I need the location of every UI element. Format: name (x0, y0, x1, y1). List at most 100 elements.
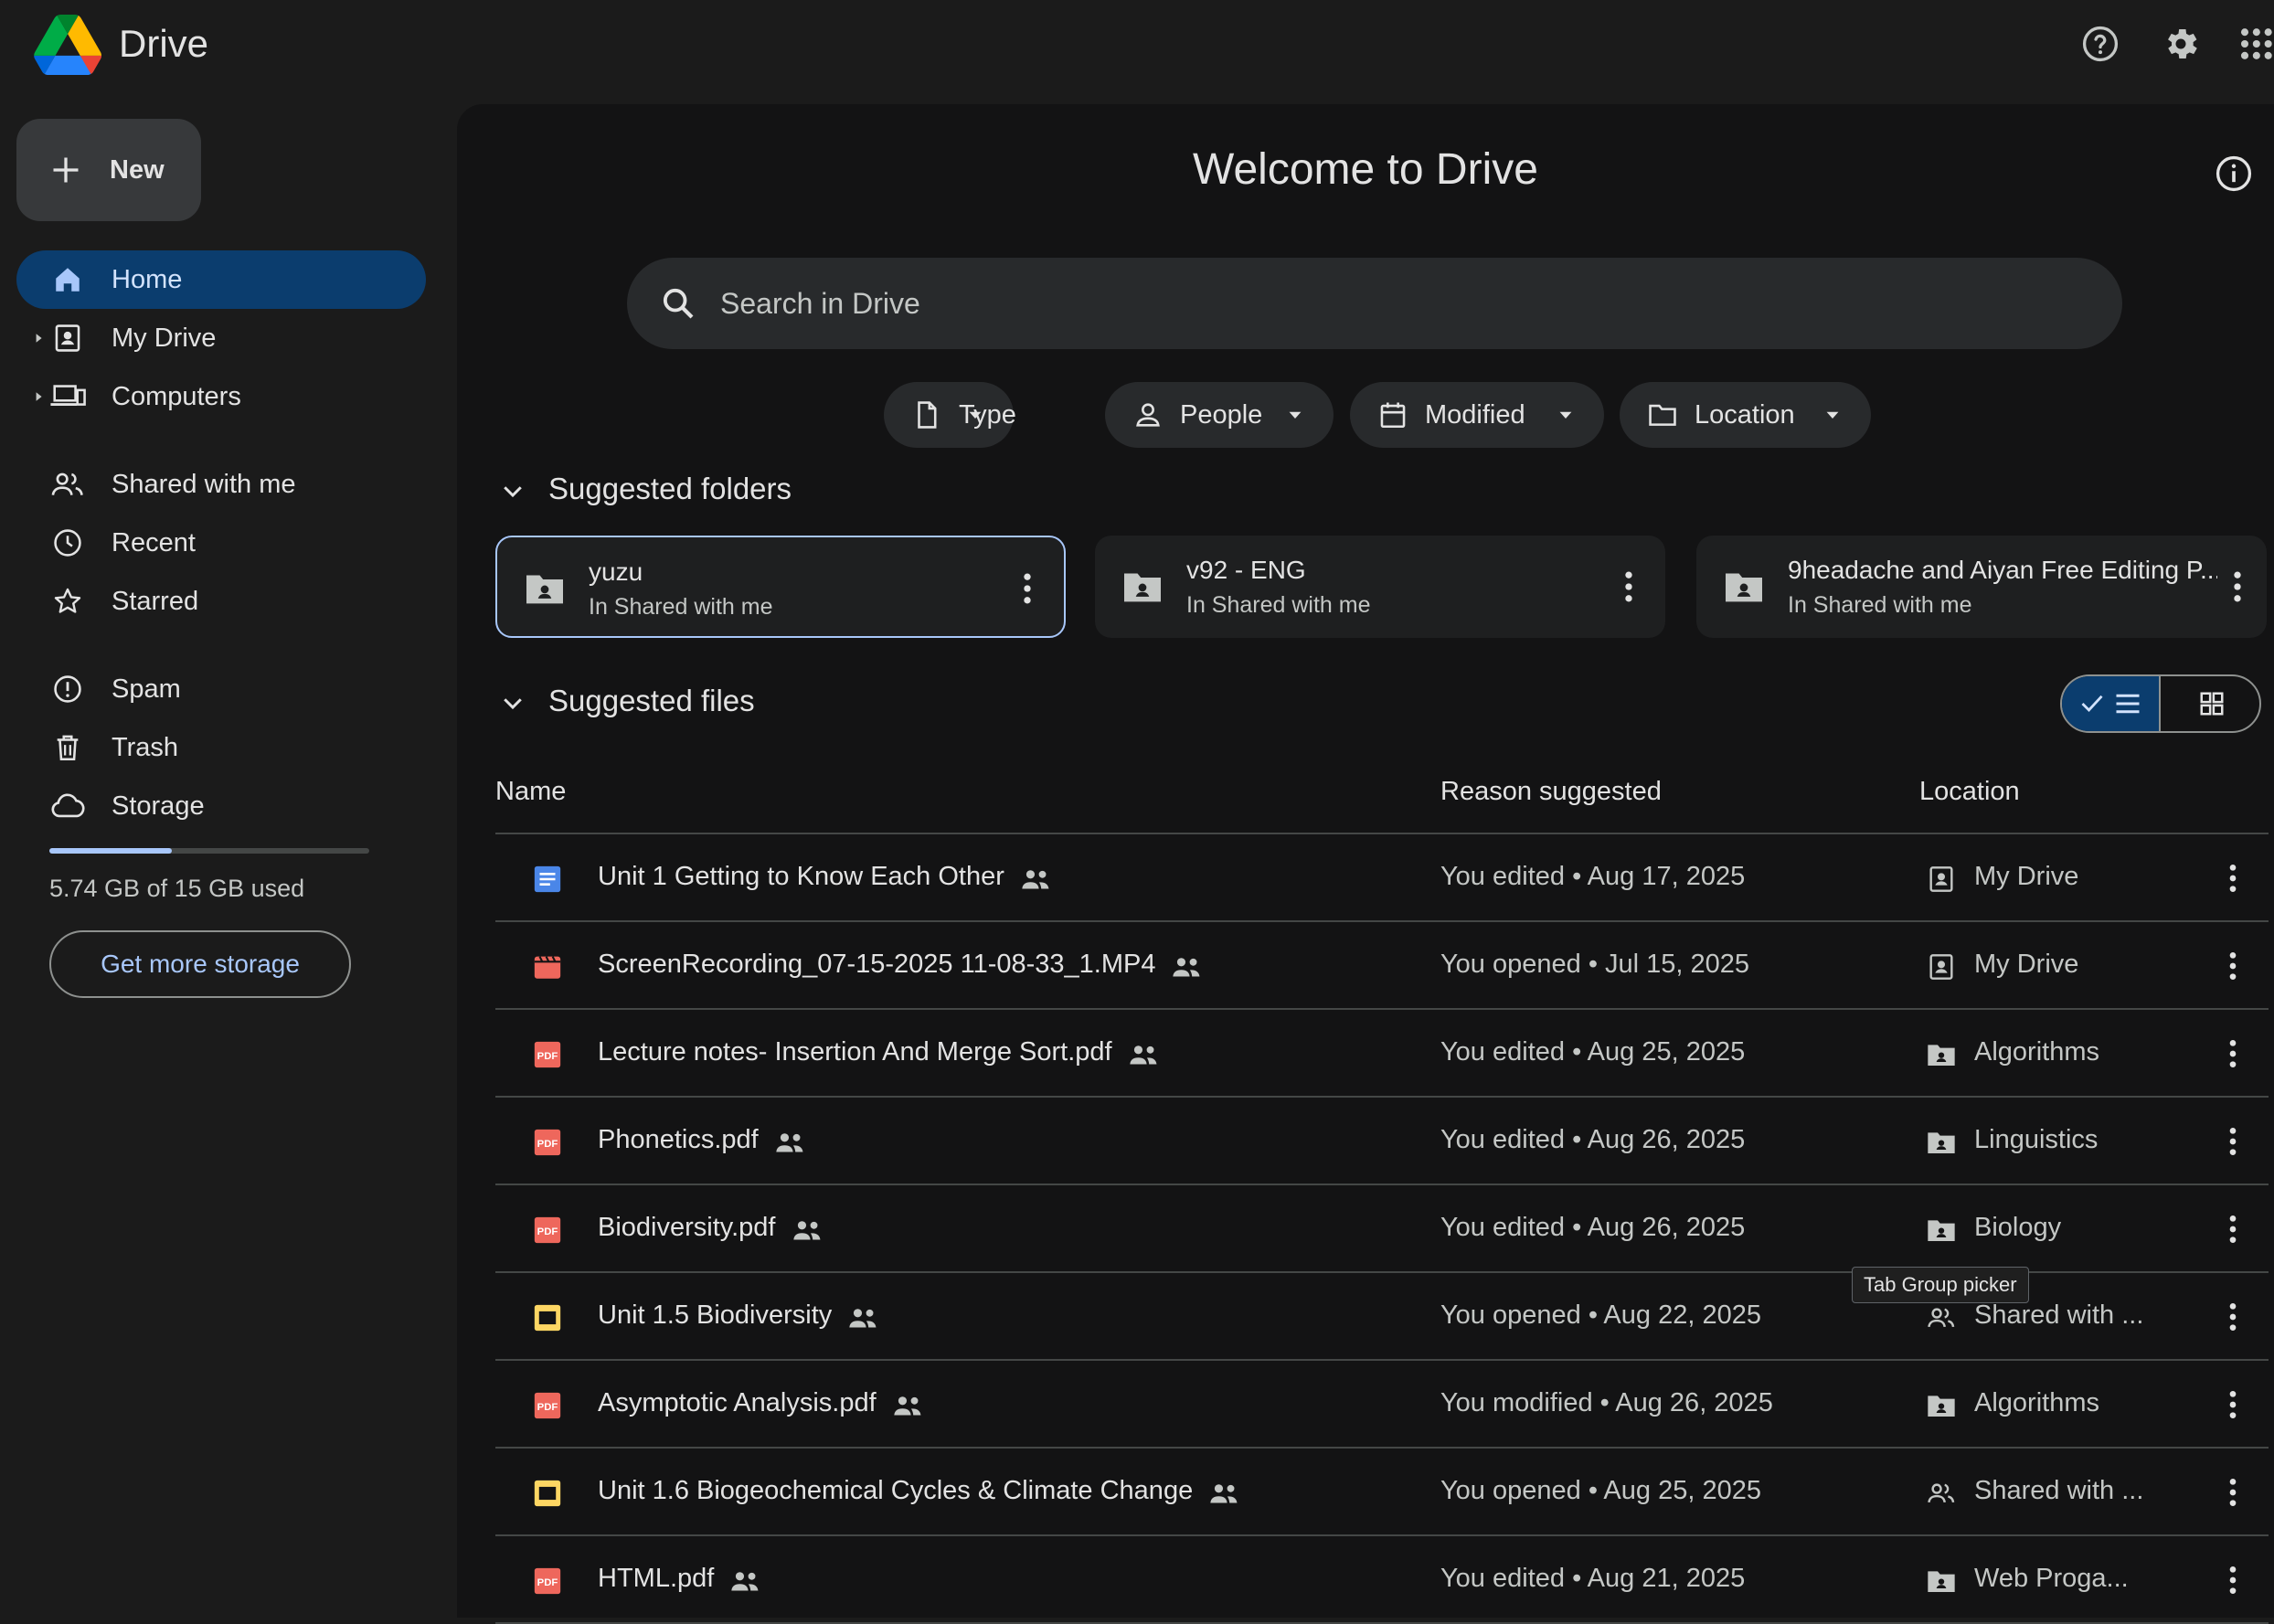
table-row[interactable]: PDF HTML.pdf You edited • Aug 21, 2025 Web … (495, 1536, 2269, 1624)
shared-folder-icon (1124, 573, 1161, 602)
more-vert-icon[interactable] (2219, 1035, 2247, 1072)
file-name[interactable]: HTML.pdf (598, 1564, 714, 1594)
shared-folder-icon (1927, 1040, 1956, 1069)
more-vert-icon[interactable] (2219, 1562, 2247, 1598)
table-row[interactable]: PDF Biodiversity.pdf You edited • Aug 26, … (495, 1185, 2269, 1273)
filter-label: Location (1695, 399, 1795, 430)
chevron-down-icon[interactable] (499, 477, 526, 504)
list-icon (2116, 694, 2140, 714)
table-row[interactable]: PDF Asymptotic Analysis.pdf You modified •… (495, 1361, 2269, 1449)
sidebar-item-label: Starred (112, 586, 199, 616)
file-name[interactable]: Unit 1.6 Biogeochemical Cycles & Climate… (598, 1476, 1193, 1506)
sidebar-item-starred[interactable]: Starred (16, 572, 426, 631)
star-icon (49, 583, 86, 620)
file-location[interactable]: My Drive (1974, 950, 2078, 980)
filter-people-chip[interactable]: People (1105, 382, 1334, 448)
sidebar-item-label: Recent (112, 527, 196, 557)
filter-type-chip[interactable]: Type (884, 382, 1016, 448)
pdf-file-icon: PDF (532, 1390, 563, 1421)
chevron-down-icon[interactable] (499, 689, 526, 716)
file-name[interactable]: Phonetics.pdf (598, 1125, 759, 1155)
file-name[interactable]: Lecture notes- Insertion And Merge Sort.… (598, 1037, 1112, 1067)
file-name[interactable]: Biodiversity.pdf (598, 1213, 776, 1243)
more-vert-icon[interactable] (2219, 1386, 2247, 1423)
sidebar-item-shared-with-me[interactable]: Shared with me (16, 455, 426, 514)
file-name[interactable]: Unit 1.5 Biodiversity (598, 1300, 832, 1331)
svg-text:PDF: PDF (537, 1051, 558, 1062)
file-location[interactable]: Shared with ... (1974, 1300, 2143, 1331)
more-vert-icon[interactable] (1610, 567, 1647, 607)
page-title: Welcome to Drive (1193, 145, 1538, 194)
caret-right-icon[interactable] (33, 333, 44, 344)
search-input[interactable] (720, 276, 2000, 331)
sidebar-item-computers[interactable]: Computers (16, 367, 426, 426)
apps-grid-icon[interactable] (2236, 20, 2274, 68)
file-name[interactable]: Asymptotic Analysis.pdf (598, 1388, 877, 1418)
caret-right-icon[interactable] (33, 391, 44, 402)
sidebar-item-trash[interactable]: Trash (16, 718, 426, 777)
folder-card[interactable]: yuzu In Shared with me (495, 536, 1066, 638)
suggested-folders-title[interactable]: Suggested folders (548, 472, 792, 506)
gear-icon[interactable] (2157, 20, 2205, 68)
file-location[interactable]: Algorithms (1974, 1388, 2099, 1418)
get-more-storage-button[interactable]: Get more storage (49, 930, 351, 998)
more-vert-icon[interactable] (2219, 948, 2247, 984)
new-button-label: New (110, 154, 165, 185)
filter-modified-chip[interactable]: Modified (1350, 382, 1604, 448)
shared-icon (1172, 955, 1203, 979)
more-vert-icon[interactable] (2219, 1211, 2247, 1247)
list-view-button[interactable] (2062, 676, 2161, 731)
more-vert-icon[interactable] (1009, 568, 1046, 609)
check-icon (2081, 695, 2103, 713)
file-location[interactable]: Algorithms (1974, 1037, 2099, 1067)
file-location[interactable]: Linguistics (1974, 1125, 2098, 1155)
table-row[interactable]: Unit 1 Getting to Know Each Other You edi… (495, 834, 2269, 922)
main-panel: Welcome to Drive Type People Modified Lo… (457, 104, 2274, 1624)
sidebar-item-recent[interactable]: Recent (16, 514, 426, 572)
table-row[interactable]: PDF Lecture notes- Insertion And Merge So… (495, 1010, 2269, 1098)
sidebar-item-home[interactable]: Home (16, 250, 426, 309)
filter-location-chip[interactable]: Location (1620, 382, 1871, 448)
table-row[interactable]: PDF Phonetics.pdf You edited • Aug 26, 202… (495, 1098, 2269, 1185)
file-location[interactable]: Shared with ... (1974, 1476, 2143, 1506)
sidebar-item-spam[interactable]: Spam (16, 660, 426, 718)
sidebar-item-storage[interactable]: Storage (16, 777, 426, 835)
shared-icon (1129, 1043, 1160, 1067)
file-location[interactable]: My Drive (1974, 862, 2078, 892)
file-name[interactable]: ScreenRecording_07-15-2025 11-08-33_1.MP… (598, 950, 1155, 980)
drive-logo-icon[interactable] (33, 15, 102, 75)
more-vert-icon[interactable] (2219, 1474, 2247, 1511)
search-bar[interactable] (627, 258, 2122, 349)
suggested-files-title[interactable]: Suggested files (548, 684, 755, 718)
sidebar-item-my-drive[interactable]: My Drive (16, 309, 426, 367)
file-location[interactable]: Biology (1974, 1213, 2061, 1243)
grid-view-button[interactable] (2162, 676, 2259, 731)
reason-suggested: You modified • Aug 26, 2025 (1440, 1388, 1773, 1417)
more-vert-icon[interactable] (2219, 567, 2256, 607)
caret-down-icon (1289, 411, 1302, 419)
table-row[interactable]: ScreenRecording_07-15-2025 11-08-33_1.MP… (495, 922, 2269, 1010)
file-name[interactable]: Unit 1 Getting to Know Each Other (598, 862, 1004, 892)
shared-icon (1021, 867, 1052, 891)
more-vert-icon[interactable] (2219, 1123, 2247, 1160)
doc-file-icon (532, 864, 563, 895)
reason-suggested: You edited • Aug 26, 2025 (1440, 1125, 1746, 1154)
shared-folder-icon (526, 575, 563, 604)
column-header-name[interactable]: Name (495, 777, 566, 807)
table-row[interactable]: Unit 1.6 Biogeochemical Cycles & Climate… (495, 1449, 2269, 1536)
pdf-file-icon: PDF (532, 1127, 563, 1158)
sidebar-item-label: Spam (112, 674, 181, 704)
slides-file-icon (532, 1302, 563, 1333)
info-icon[interactable] (2214, 154, 2254, 194)
folder-card[interactable]: 9headache and Aiyan Free Editing P... In… (1696, 536, 2267, 638)
file-location[interactable]: Web Proga... (1974, 1564, 2129, 1594)
grid-icon (2200, 692, 2224, 716)
help-icon[interactable] (2077, 20, 2124, 68)
more-vert-icon[interactable] (2219, 860, 2247, 897)
new-button[interactable]: New (16, 119, 201, 221)
more-vert-icon[interactable] (2219, 1299, 2247, 1335)
folder-card[interactable]: v92 - ENG In Shared with me (1095, 536, 1665, 638)
search-icon[interactable] (660, 285, 696, 322)
plus-icon (53, 157, 79, 183)
caret-down-icon (1559, 411, 1572, 419)
